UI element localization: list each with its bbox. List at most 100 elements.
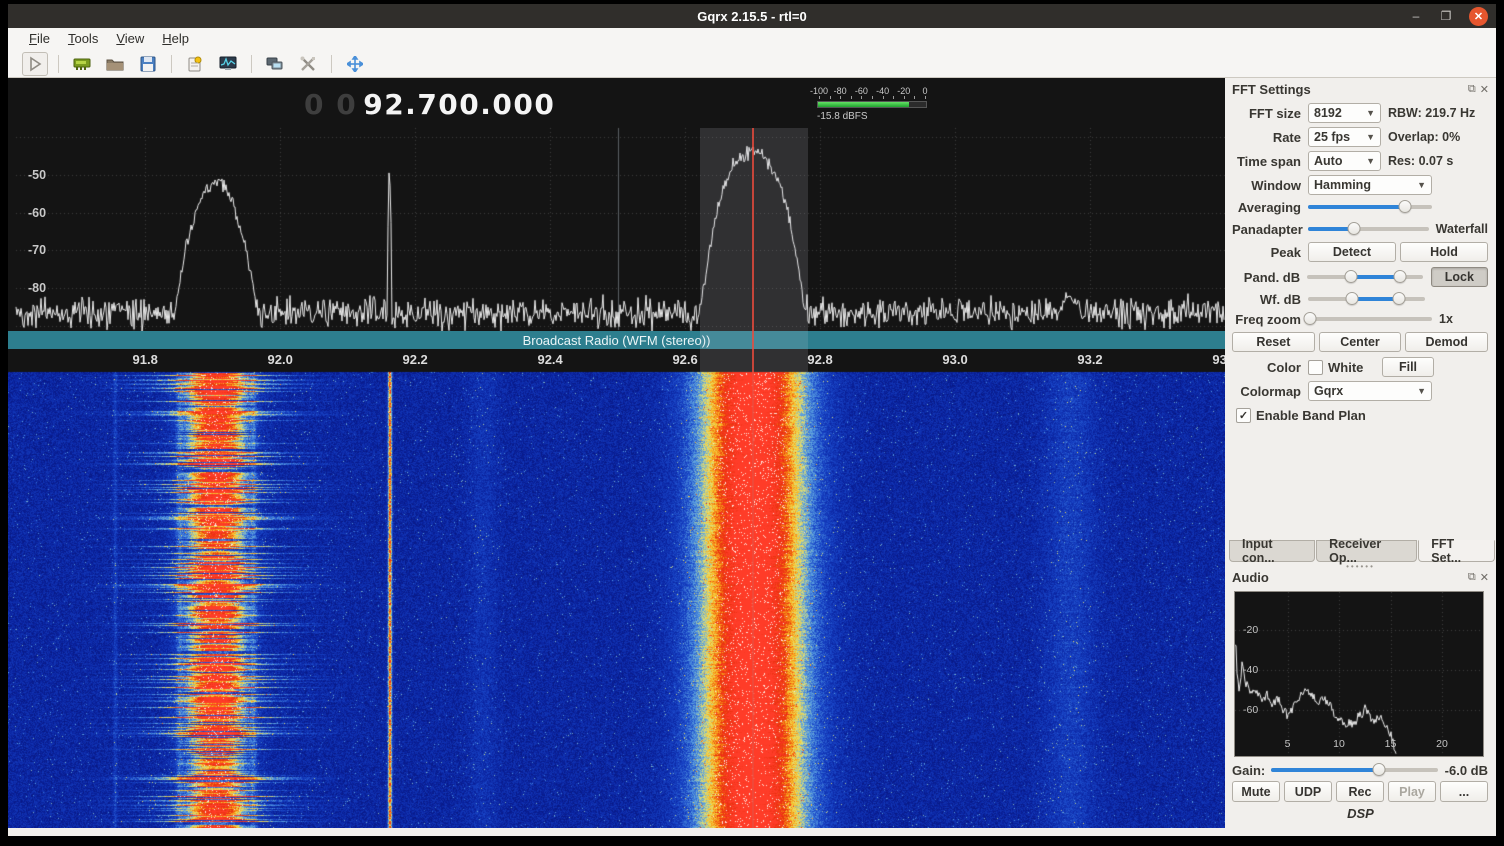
toolbar-separator <box>58 55 59 73</box>
window-select[interactable]: Hamming▼ <box>1308 175 1432 195</box>
panadapter-split-slider[interactable] <box>1308 222 1429 236</box>
meter-tick <box>819 96 820 99</box>
bandplan-label: Broadcast Radio (WFM (stereo)) <box>523 333 711 348</box>
white-checkbox-label: White <box>1328 360 1363 375</box>
open-file-icon[interactable] <box>102 52 128 76</box>
enable-band-plan-checkbox[interactable]: ✓ <box>1236 408 1251 423</box>
slider-handle[interactable] <box>1346 292 1359 305</box>
freq-axis-label: 91.8 <box>133 352 158 367</box>
fill-button[interactable]: Fill <box>1382 357 1434 377</box>
waterfall-db-range-slider[interactable] <box>1308 292 1425 306</box>
fft-display-icon[interactable] <box>215 52 241 76</box>
meter-tick-label: -40 <box>876 86 889 96</box>
maximize-icon[interactable]: ❐ <box>1439 9 1453 23</box>
lock-button[interactable]: Lock <box>1431 267 1488 287</box>
time-span-select[interactable]: Auto▼ <box>1308 151 1381 171</box>
chevron-down-icon: ▼ <box>1366 132 1375 142</box>
db-axis-label: -60 <box>28 206 46 220</box>
filter-passband[interactable] <box>700 128 808 372</box>
float-icon[interactable]: ⧉ <box>1468 83 1476 96</box>
meter-tick <box>904 96 905 99</box>
freq-axis-label: 92.8 <box>807 352 832 367</box>
dsp-label: DSP <box>1225 806 1496 821</box>
more-button[interactable]: ... <box>1440 781 1488 802</box>
pandapter-db-range-slider[interactable] <box>1307 270 1423 284</box>
float-icon[interactable]: ⧉ <box>1468 571 1476 584</box>
panadapter-waterfall[interactable]: 0 092.700.000 -15.8 dBFS -100-80-60-40-2… <box>8 78 1225 828</box>
db-axis-label: -50 <box>28 168 46 182</box>
tab-inputcon[interactable]: Input con... <box>1229 540 1315 562</box>
tab-fftset[interactable]: FFT Set... <box>1418 540 1495 562</box>
capture-device-icon[interactable] <box>69 52 95 76</box>
meter-tick <box>830 96 831 99</box>
averaging-slider[interactable] <box>1308 200 1432 214</box>
time-span-label: Time span <box>1232 154 1308 169</box>
frequency-display[interactable]: 0 092.700.000 <box>304 88 555 121</box>
audio-y-label: -60 <box>1243 704 1258 716</box>
audio-y-label: -40 <box>1243 664 1258 676</box>
spectrum-waterfall-canvas[interactable] <box>8 78 1225 828</box>
remote-control-icon[interactable] <box>262 52 288 76</box>
slider-handle[interactable] <box>1393 270 1406 283</box>
bookmarks-icon[interactable] <box>182 52 208 76</box>
white-checkbox[interactable] <box>1308 360 1323 375</box>
gain-slider[interactable] <box>1271 763 1437 777</box>
mute-button[interactable]: Mute <box>1232 781 1280 802</box>
slider-handle[interactable] <box>1345 270 1358 283</box>
menu-help[interactable]: Help <box>153 28 198 50</box>
panadapter-label: Panadapter <box>1232 222 1308 237</box>
menu-file[interactable]: File <box>20 28 59 50</box>
res-value: Res: 0.07 s <box>1388 154 1453 168</box>
close-icon[interactable]: ✕ <box>1480 83 1489 96</box>
slider-handle[interactable] <box>1304 312 1317 325</box>
audio-x-label: 10 <box>1333 738 1345 750</box>
freq-zoom-slider[interactable] <box>1308 312 1432 326</box>
menu-tools[interactable]: Tools <box>59 28 107 50</box>
slider-handle[interactable] <box>1373 763 1386 776</box>
pan-tool-icon[interactable] <box>342 52 368 76</box>
udp-button[interactable]: UDP <box>1284 781 1332 802</box>
rec-button[interactable]: Rec <box>1336 781 1384 802</box>
audio-x-label: 5 <box>1285 738 1291 750</box>
meter-tick <box>851 96 852 99</box>
freq-axis-label: 92.2 <box>402 352 427 367</box>
slider-handle[interactable] <box>1398 200 1411 213</box>
dsp-tools-icon[interactable] <box>295 52 321 76</box>
titlebar[interactable]: Gqrx 2.15.5 - rtl=0 – ❐ ✕ <box>8 4 1496 28</box>
menu-view[interactable]: View <box>107 28 153 50</box>
peak-detect-button[interactable]: Detect <box>1308 242 1396 262</box>
waterfall-label: Waterfall <box>1436 222 1488 236</box>
tab-receiverop[interactable]: Receiver Op... <box>1316 540 1417 562</box>
minimize-icon[interactable]: – <box>1409 9 1423 23</box>
rate-select[interactable]: 25 fps▼ <box>1308 127 1381 147</box>
enable-band-plan-label: Enable Band Plan <box>1256 408 1366 423</box>
start-dsp-icon[interactable] <box>22 52 48 76</box>
chevron-down-icon: ▼ <box>1417 386 1426 396</box>
slider-handle[interactable] <box>1347 222 1360 235</box>
demod-button[interactable]: Demod <box>1405 332 1488 352</box>
save-file-icon[interactable] <box>135 52 161 76</box>
fft-size-select[interactable]: 8192▼ <box>1308 103 1381 123</box>
db-axis-label: -80 <box>28 281 46 295</box>
reset-button[interactable]: Reset <box>1232 332 1315 352</box>
peak-hold-button[interactable]: Hold <box>1400 242 1488 262</box>
freq-axis-label: 92.0 <box>268 352 293 367</box>
center-button[interactable]: Center <box>1319 332 1402 352</box>
fft-settings-title: FFT Settings <box>1232 82 1468 97</box>
play-button[interactable]: Play <box>1388 781 1436 802</box>
close-icon[interactable]: ✕ <box>1469 7 1488 26</box>
dock-tabbar: Input con...Receiver Op...FFT Set... <box>1229 540 1496 562</box>
window-title: Gqrx 2.15.5 - rtl=0 <box>697 9 806 24</box>
signal-strength-meter: -15.8 dBFS -100-80-60-40-200 <box>815 86 935 120</box>
audio-x-label: 15 <box>1385 738 1397 750</box>
meter-tick <box>925 96 926 99</box>
fft-size-label: FFT size <box>1232 106 1308 121</box>
slider-handle[interactable] <box>1393 292 1406 305</box>
colormap-label: Colormap <box>1232 384 1308 399</box>
colormap-select[interactable]: Gqrx▼ <box>1308 381 1432 401</box>
menubar: FileToolsViewHelp <box>8 28 1496 50</box>
sidebar: FFT Settings ⧉✕ FFT size 8192▼ RBW: 219.… <box>1225 78 1496 828</box>
toolbar-separator <box>331 55 332 73</box>
close-icon[interactable]: ✕ <box>1480 571 1489 584</box>
db-axis-label: -70 <box>28 243 46 257</box>
